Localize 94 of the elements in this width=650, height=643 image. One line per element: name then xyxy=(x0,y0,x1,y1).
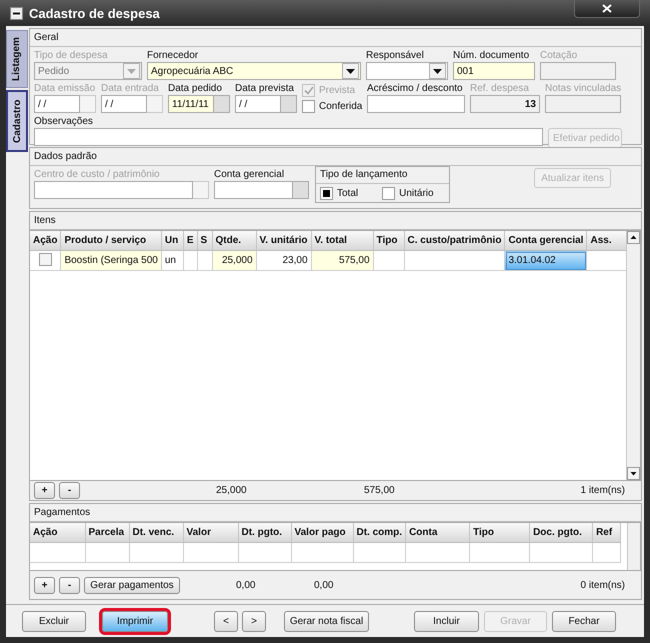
field-label: Responsável xyxy=(366,49,424,62)
footer-button[interactable]: Excluir xyxy=(22,610,86,632)
side-tab[interactable]: Listagem xyxy=(6,30,28,88)
field-label: Ref. despesa xyxy=(470,82,529,95)
table-cell: un xyxy=(161,250,184,270)
date-field[interactable]: / / xyxy=(235,95,281,113)
table-cell: 23,00 xyxy=(256,250,312,270)
column-header[interactable]: Un xyxy=(161,231,184,250)
side-tab[interactable]: Cadastro xyxy=(6,90,28,152)
column-header[interactable]: Produto / serviço xyxy=(60,231,162,250)
generate-payments-button[interactable]: Gerar pagamentos xyxy=(84,576,180,594)
column-header[interactable]: Ação xyxy=(30,231,61,250)
scrollbar[interactable] xyxy=(626,231,640,480)
table-cell: 25,000 xyxy=(212,250,256,270)
column-header[interactable]: Parcela xyxy=(85,523,129,542)
total-paid: 0,00 xyxy=(314,580,334,590)
item-count: 0 item(ns) xyxy=(580,580,625,590)
picker-button[interactable] xyxy=(214,95,230,113)
column-header[interactable]: C. custo/patrimônio xyxy=(404,231,505,250)
caret-icon xyxy=(433,68,442,74)
dropdown-field[interactable]: Agropecuária ABC xyxy=(147,62,361,80)
checkbox[interactable] xyxy=(302,100,315,113)
total-quantity: 25,000 xyxy=(216,485,247,496)
footer-button[interactable]: Incluir xyxy=(414,610,479,632)
column-header[interactable]: Ass. xyxy=(586,231,626,250)
table-cell[interactable]: 3.01.04.02 xyxy=(504,250,587,270)
column-header[interactable]: V. unitário xyxy=(256,231,312,250)
date-field[interactable]: 11/11/11 xyxy=(168,95,214,113)
text-field[interactable] xyxy=(367,95,465,113)
column-header[interactable]: Valor xyxy=(183,523,238,542)
total-value: 0,00 xyxy=(236,580,256,590)
group-title: Tipo de lançamento xyxy=(316,167,449,184)
option-box[interactable] xyxy=(320,187,333,200)
picker-button[interactable] xyxy=(293,181,309,199)
field-label: Centro de custo / patrimônio xyxy=(34,168,160,181)
text-field[interactable] xyxy=(34,128,543,146)
checkbox[interactable] xyxy=(38,252,52,266)
footer-button[interactable]: > xyxy=(242,610,266,632)
column-header[interactable]: Dt. comp. xyxy=(353,523,406,542)
option-label: Unitário xyxy=(399,188,434,199)
checkbox-label: Conferida xyxy=(319,101,362,112)
field-label: Cotação xyxy=(540,49,578,62)
text-field[interactable]: 001 xyxy=(453,62,535,80)
field-label: Data entrada xyxy=(101,82,159,95)
column-header[interactable]: Doc. pgto. xyxy=(530,523,593,542)
section-title: Geral xyxy=(30,29,641,47)
total-value: 575,00 xyxy=(364,485,395,496)
caret-icon xyxy=(127,68,136,74)
picker-button[interactable] xyxy=(281,95,297,113)
column-header[interactable]: S xyxy=(197,231,212,250)
column-header[interactable]: Valor pago xyxy=(291,523,353,542)
table-cell: 575,00 xyxy=(311,250,374,270)
field-label: Data prevista xyxy=(235,82,294,95)
table-cell: Boostin (Seringa 500 xyxy=(60,250,162,270)
field-label: Data emissão xyxy=(34,82,96,95)
column-header[interactable]: Conta xyxy=(406,523,470,542)
section-title: Itens xyxy=(30,212,641,230)
window-menu-icon[interactable] xyxy=(10,6,23,20)
column-header[interactable]: Ref xyxy=(592,523,621,542)
item-count: 1 item(ns) xyxy=(580,485,625,496)
footer-button[interactable]: Fechar xyxy=(552,610,616,632)
field-label: Núm. documento xyxy=(453,49,530,62)
caret-icon xyxy=(346,68,355,74)
column-header[interactable]: Dt. pgto. xyxy=(238,523,291,542)
remove-button[interactable]: - xyxy=(59,482,80,499)
field-label: Data pedido xyxy=(168,82,222,95)
column-header[interactable]: Tipo xyxy=(373,231,404,250)
column-header[interactable]: E xyxy=(183,231,198,250)
footer-button[interactable]: < xyxy=(214,610,238,632)
lookup-field[interactable] xyxy=(214,181,293,199)
close-button[interactable] xyxy=(574,0,640,18)
column-header[interactable]: Tipo xyxy=(470,523,530,542)
field-label: Acréscimo / desconto xyxy=(367,82,463,95)
checkbox-label: Prevista xyxy=(319,85,356,96)
column-header[interactable]: Conta gerencial xyxy=(504,231,587,250)
field-label: Conta gerencial xyxy=(214,168,284,181)
column-header[interactable]: Qtde. xyxy=(212,231,256,250)
add-button[interactable]: + xyxy=(34,482,55,499)
column-header[interactable]: Ação xyxy=(30,523,85,542)
window-title: Cadastro de despesa xyxy=(29,6,161,20)
field-label: Notas vinculadas xyxy=(545,82,622,95)
column-header[interactable]: Dt. venc. xyxy=(129,523,183,542)
section-title: Dados padrão xyxy=(30,148,641,166)
field-label: Tipo de despesa xyxy=(34,49,108,62)
section-title: Pagamentos xyxy=(30,504,641,522)
footer-button[interactable]: Gerar nota fiscal xyxy=(284,610,369,632)
close-icon xyxy=(602,4,612,13)
remove-button[interactable]: - xyxy=(59,576,80,594)
add-button[interactable]: + xyxy=(34,576,55,594)
option-label: Total xyxy=(337,188,358,199)
column-header[interactable]: V. total xyxy=(311,231,374,250)
field-label: Observações xyxy=(34,115,93,128)
dropdown-field[interactable] xyxy=(366,62,448,80)
field-label: Fornecedor xyxy=(147,49,198,62)
